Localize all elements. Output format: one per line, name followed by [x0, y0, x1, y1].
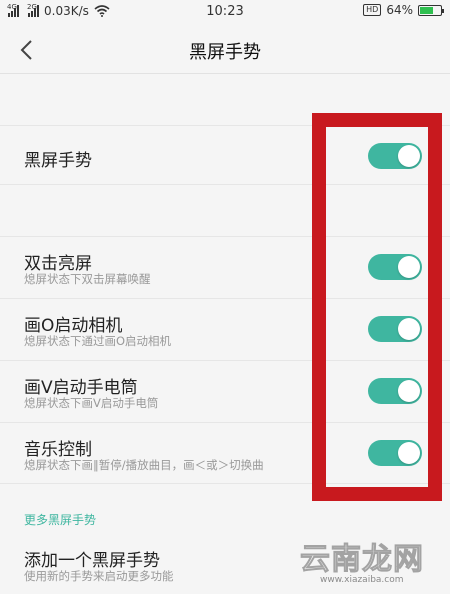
- more-gestures-section-label: 更多黑屏手势: [24, 513, 97, 527]
- header: 黑屏手势: [0, 24, 450, 74]
- add-gesture-subtitle: 使用新的手势来启动更多功能: [24, 569, 174, 583]
- battery-fill: [420, 6, 433, 14]
- gesture-subtitle: 熄屏状态下画‖暂停/播放曲目，画＜或＞切换曲: [24, 458, 264, 472]
- page-title: 黑屏手势: [189, 42, 261, 63]
- status-bar: 4G 2G 0.03K/s 10:23 HD 64%: [0, 0, 450, 24]
- watermark-url: www.xiazaiba.com: [320, 575, 404, 585]
- status-right: HD 64%: [363, 3, 444, 17]
- gesture-subtitle: 熄屏状态下通过画O启动相机: [24, 334, 172, 348]
- gesture-subtitle: 熄屏状态下画V启动手电筒: [24, 396, 159, 410]
- hd-badge: HD: [363, 4, 382, 16]
- battery-icon: [418, 4, 444, 16]
- battery-percent: 64%: [386, 3, 413, 17]
- main-gesture-label: 黑屏手势: [24, 151, 92, 171]
- gesture-subtitle: 熄屏状态下双击屏幕唤醒: [24, 272, 151, 286]
- watermark: 云南龙网 www.xiazaiba.com: [300, 518, 440, 590]
- watermark-text: 云南龙网: [300, 542, 424, 578]
- highlight-frame: [312, 113, 442, 501]
